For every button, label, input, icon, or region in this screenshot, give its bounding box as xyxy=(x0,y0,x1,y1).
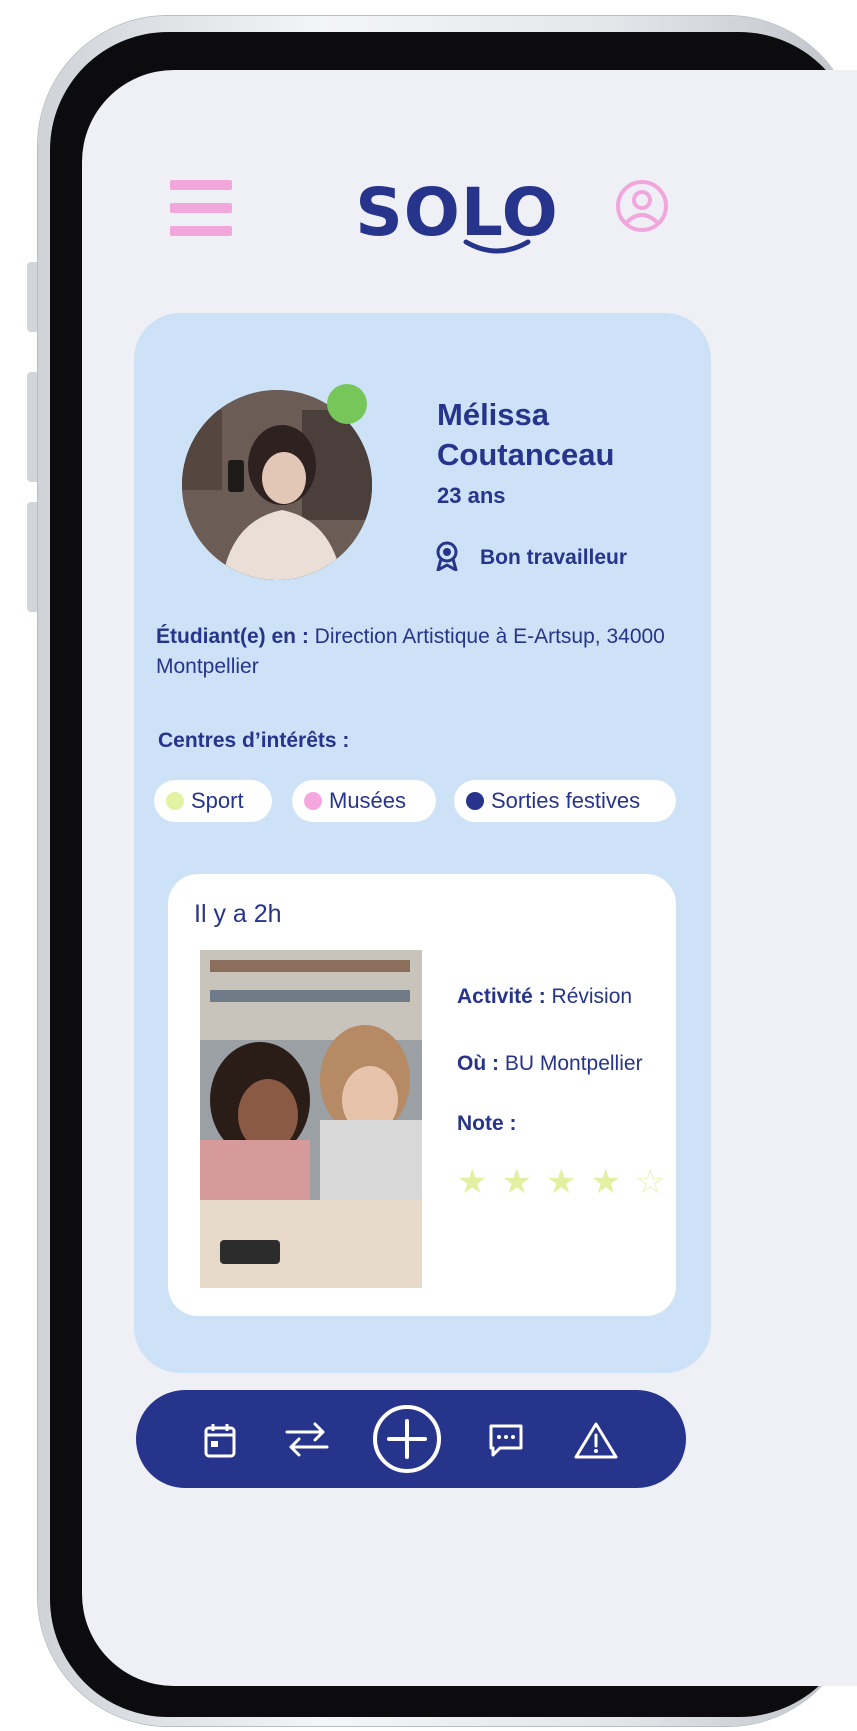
star-icon: ★ xyxy=(590,1162,621,1202)
user-age: 23 ans xyxy=(437,483,506,508)
activity-photo xyxy=(200,950,422,1288)
chat-bubble-icon xyxy=(489,1424,523,1457)
activity-photo-image xyxy=(200,950,422,1288)
rating-label-row: Note : xyxy=(457,1112,517,1136)
hamburger-menu-icon[interactable] xyxy=(170,180,232,236)
add-circle-icon xyxy=(373,1405,441,1473)
rating-stars: ★ ★ ★ ★ ☆ xyxy=(457,1165,665,1199)
interest-chip-musees[interactable]: Musées xyxy=(292,780,436,822)
interests-label: Centres d’intérêts : xyxy=(158,729,350,752)
swap-arrows-icon xyxy=(285,1422,329,1457)
interest-dot xyxy=(304,792,322,810)
nav-messages[interactable] xyxy=(484,1418,528,1462)
interest-label: Sorties festives xyxy=(491,788,641,813)
interest-chip-sorties-festives[interactable]: Sorties festives xyxy=(454,780,676,822)
nav-alert[interactable] xyxy=(572,1418,620,1462)
activity-time: Il y a 2h xyxy=(194,900,282,928)
online-status-dot xyxy=(327,384,367,424)
nav-add[interactable] xyxy=(370,1402,444,1476)
bottom-nav xyxy=(136,1390,686,1488)
award-ribbon-icon xyxy=(436,541,458,571)
interest-label: Musées xyxy=(329,788,407,813)
rating-label: Note : xyxy=(457,1112,517,1135)
logo-smile-mark xyxy=(463,239,531,254)
app-logo: SOLO xyxy=(355,174,559,251)
interest-dot xyxy=(466,792,484,810)
activity-location-label: Où : xyxy=(457,1052,499,1075)
interest-dot xyxy=(166,792,184,810)
activity-location-value: BU Montpellier xyxy=(504,1052,643,1075)
star-half-icon: ☆ xyxy=(634,1162,666,1202)
badge-label: Bon travailleur xyxy=(480,546,628,569)
phone-screen: SOLO Mélissa Coutanceau 23 ans Bon trava… xyxy=(82,70,857,1686)
activity-type-label: Activité : xyxy=(457,985,546,1008)
nav-swap[interactable] xyxy=(282,1417,332,1461)
interest-chip-sport[interactable]: Sport xyxy=(154,780,272,822)
phone-side-button xyxy=(27,502,37,612)
calendar-icon xyxy=(204,1424,236,1458)
interest-label: Sport xyxy=(191,788,244,813)
activity-type-value: Révision xyxy=(551,985,633,1008)
star-icon: ★ xyxy=(457,1162,488,1202)
study-label: Étudiant(e) en : xyxy=(156,625,309,648)
star-icon: ★ xyxy=(501,1162,532,1202)
activity-type: Activité : Révision xyxy=(457,985,632,1009)
star-icon: ★ xyxy=(545,1162,577,1202)
user-circle-icon[interactable] xyxy=(614,178,670,234)
activity-location: Où : BU Montpellier xyxy=(457,1052,643,1076)
nav-calendar[interactable] xyxy=(198,1418,242,1462)
user-name: Mélissa Coutanceau xyxy=(437,397,615,472)
phone-side-button xyxy=(27,372,37,482)
phone-side-button xyxy=(27,262,37,332)
warning-triangle-icon xyxy=(574,1422,618,1459)
study-info: Étudiant(e) en : Direction Artistique à … xyxy=(156,622,716,682)
